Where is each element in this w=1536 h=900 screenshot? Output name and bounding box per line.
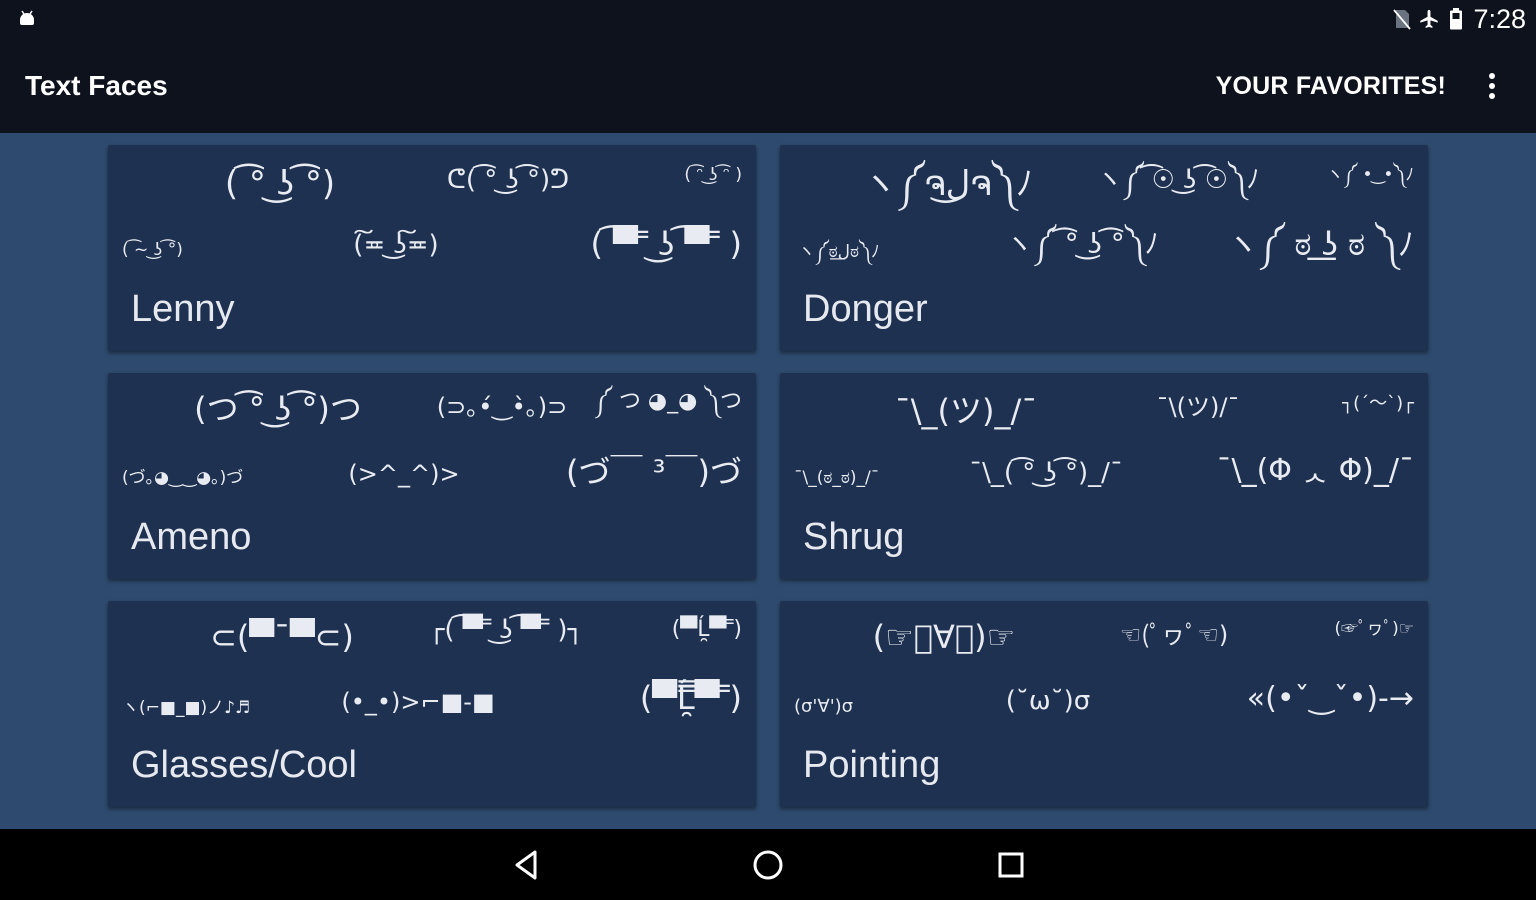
android-notification-icon <box>20 10 34 25</box>
face-sample: (づ｡◕‿‿◕｡)づ <box>122 468 244 488</box>
face-sample: (•_•)>⌐■-■ <box>341 688 495 716</box>
system-nav-bar <box>0 829 1536 900</box>
face-sample: ( ͡~ ͜ʖ ͡°) <box>122 240 183 260</box>
recents-icon[interactable] <box>993 847 1029 883</box>
face-sample: ( ͡° ͜ʖ ͡°) <box>224 164 336 204</box>
category-card-donger[interactable]: ヽ༼ຈل͜ຈ༽ﾉ ヽ༼ ͡☉ ͜ʖ ͡☉༽ﾉ ヽ༼ • ͜ •༽ﾉ ヽ༼ಠل͟ಠ… <box>780 145 1428 351</box>
face-sample: (☞ﾟヮﾟ)☞ <box>1334 619 1414 639</box>
face-sample: ¯\_(Φ ᆺ Φ)_/¯ <box>1216 453 1414 488</box>
category-card-shrug[interactable]: ¯\_(ツ)_/¯ ¯\(ツ)/¯ ┐(´～`)┌ ¯\_(ಠ_ಠ)_/¯ ¯\… <box>780 373 1428 579</box>
face-sample: ☜(ﾟヮﾟ☜) <box>1119 621 1229 649</box>
app-title: Text Faces <box>25 70 168 101</box>
face-sample: ༼ つ ◕_◕ ༽つ <box>594 389 742 414</box>
category-card-pointing[interactable]: (☞ﾟ∀ﾟ)☞ ☜(ﾟヮﾟ☜) (☞ﾟヮﾟ)☞ (σ'∀')σ (˘ω˘)σ «… <box>780 601 1428 807</box>
category-label: Shrug <box>803 516 905 558</box>
category-label: Donger <box>803 288 928 330</box>
face-sample: ( ͡ᵔ ͜ʖ ͡ᵔ ) <box>684 165 742 185</box>
category-card-glasses-cool[interactable]: ⊂(▀¯▀⊂) ┌( ͡▀̿ ̿ ͜ʖ ͡▀̿ ̿ )┐ (▀̿Ĺ̯▀̿ ̿) … <box>108 601 756 807</box>
face-sample: (>^_^)> <box>348 460 460 488</box>
category-label: Lenny <box>131 288 235 330</box>
your-favorites-button[interactable]: YOUR FAVORITES! <box>1216 68 1446 104</box>
home-icon[interactable] <box>750 847 786 883</box>
face-sample: (͠≖ ͜ʖ͠≖) <box>353 230 439 260</box>
category-grid: ( ͡° ͜ʖ ͡°) ᕦ( ͡° ͜ʖ ͡°)ᕤ ( ͡ᵔ ͜ʖ ͡ᵔ ) (… <box>0 133 1536 829</box>
face-sample: ¯\_(ಠ_ಠ)_/¯ <box>794 468 880 488</box>
category-label: Glasses/Cool <box>131 744 357 786</box>
face-sample: ヽ༼ಠل͟ಠ༽ﾉ <box>798 242 880 262</box>
overflow-menu-icon[interactable] <box>1480 68 1504 104</box>
status-bar: 7:28 <box>0 0 1536 38</box>
status-time: 7:28 <box>1473 4 1526 34</box>
face-sample: (つ ͡° ͜ʖ ͡°)つ <box>194 390 362 428</box>
face-sample: «(•ˇ‿ˇ•)-→ <box>1246 681 1414 716</box>
category-card-lenny[interactable]: ( ͡° ͜ʖ ͡°) ᕦ( ͡° ͜ʖ ͡°)ᕤ ( ͡ᵔ ͜ʖ ͡ᵔ ) (… <box>108 145 756 351</box>
category-label: Pointing <box>803 744 941 786</box>
category-card-ameno[interactable]: (つ ͡° ͜ʖ ͡°)つ (⊃｡•́‿•̀｡)⊃ ༼ つ ◕_◕ ༽つ (づ｡… <box>108 373 756 579</box>
face-sample: ヽ༼ ಠ ͟ʖ ಠ ༽ﾉ <box>1226 225 1414 263</box>
no-sim-icon <box>1393 9 1412 30</box>
face-sample: ヽ༼ຈل͜ຈ༽ﾉ <box>863 164 1033 204</box>
face-sample: ᕦ( ͡° ͜ʖ ͡°)ᕤ <box>446 165 570 195</box>
face-sample: ヽ༼ ͡☉ ͜ʖ ͡☉༽ﾉ <box>1096 165 1260 195</box>
face-sample: ( ͡▀̿ ̿ ͜ʖ ͡▀̿ ̿ ) <box>590 225 742 263</box>
face-sample: ⊂(▀¯▀⊂) <box>210 618 354 656</box>
face-sample: ヽ༼ • ͜ •༽ﾉ <box>1326 165 1414 185</box>
face-sample: (σ'∀')σ <box>794 696 854 717</box>
face-sample: ヽ(⌐■_■)ノ♪♬ <box>122 698 251 718</box>
face-sample: ┐(´～`)┌ <box>1342 393 1414 414</box>
face-sample: ┌( ͡▀̿ ̿ ͜ʖ ͡▀̿ ̿ )┐ <box>428 615 584 645</box>
face-sample: ヽ༼ ͡° ͜ʖ ͡°༽ﾉ <box>1005 227 1159 260</box>
status-icons: 7:28 <box>1392 4 1526 34</box>
airplane-mode-icon <box>1420 9 1439 28</box>
face-sample: (⊃｡•́‿•̀｡)⊃ <box>436 393 568 421</box>
face-sample: (☞ﾟ∀ﾟ)☞ <box>872 618 1016 656</box>
face-sample: (づ￣ ³￣)づ <box>566 453 742 491</box>
face-sample: ¯\_(ツ)_/¯ <box>894 392 1038 430</box>
app-bar: Text Faces YOUR FAVORITES! <box>0 38 1536 133</box>
category-label: Ameno <box>131 516 252 558</box>
face-sample: (˘ω˘)σ <box>1005 686 1091 716</box>
face-sample: ¯\(ツ)/¯ <box>1156 393 1240 421</box>
face-sample: ¯\_( ͡° ͜ʖ ͡°)_/¯ <box>969 458 1123 488</box>
face-sample: (▀̿Ĺ̯▀̿ ̿) <box>671 617 742 642</box>
back-icon[interactable] <box>508 847 544 883</box>
battery-icon <box>1450 8 1463 30</box>
face-sample: (▀̿̿Ĺ̯̿̿▀̿ ̿) <box>639 679 742 717</box>
